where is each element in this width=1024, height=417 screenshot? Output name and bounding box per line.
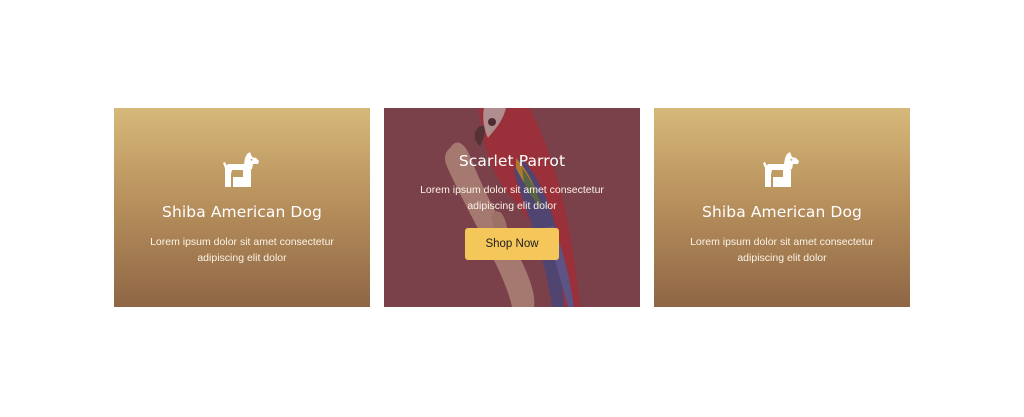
shop-now-button[interactable]: Shop Now [465, 228, 559, 260]
card-description: Lorem ipsum dolor sit amet consectetur a… [150, 236, 334, 264]
card-row: Shiba American Dog Lorem ipsum dolor sit… [114, 108, 910, 307]
card-title: Scarlet Parrot [458, 152, 566, 170]
dog-card-right[interactable]: Shiba American Dog Lorem ipsum dolor sit… [654, 108, 910, 307]
dog-icon [223, 152, 259, 187]
card-title: Shiba American Dog [162, 203, 322, 221]
dog-card-left[interactable]: Shiba American Dog Lorem ipsum dolor sit… [114, 108, 370, 307]
dog-icon [763, 152, 799, 187]
card-title: Shiba American Dog [702, 203, 862, 221]
parrot-card[interactable]: Scarlet Parrot Lorem ipsum dolor sit ame… [384, 108, 640, 307]
card-description: Lorem ipsum dolor sit amet consectetur a… [690, 236, 874, 264]
card-description: Lorem ipsum dolor sit amet consectetur a… [420, 184, 604, 212]
